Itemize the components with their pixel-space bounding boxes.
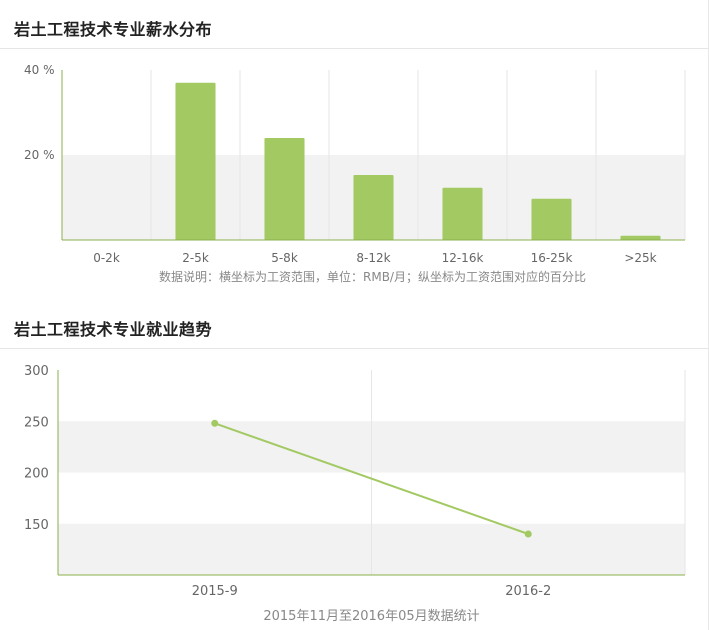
line-ylabels: 150 200 250 300 xyxy=(24,364,49,533)
line-ytick-label: 300 xyxy=(24,364,49,379)
line-xtick-label: 2015-9 xyxy=(192,584,238,599)
trend-line-chart: 150 200 250 300 2015-9 2016-2 xyxy=(24,364,686,599)
trend-point-2015-9 xyxy=(211,419,219,427)
line-ytick-label: 150 xyxy=(24,518,49,533)
trend-point-2016-2 xyxy=(524,530,532,538)
line-xtick-label: 2016-2 xyxy=(505,584,551,599)
line-ytick-label: 250 xyxy=(24,415,49,430)
trend-chart-note: 2015年11月至2016年05月数据统计 xyxy=(263,609,480,624)
line-ytick-label: 200 xyxy=(24,467,49,482)
line-xlabels: 2015-9 2016-2 xyxy=(192,584,552,599)
